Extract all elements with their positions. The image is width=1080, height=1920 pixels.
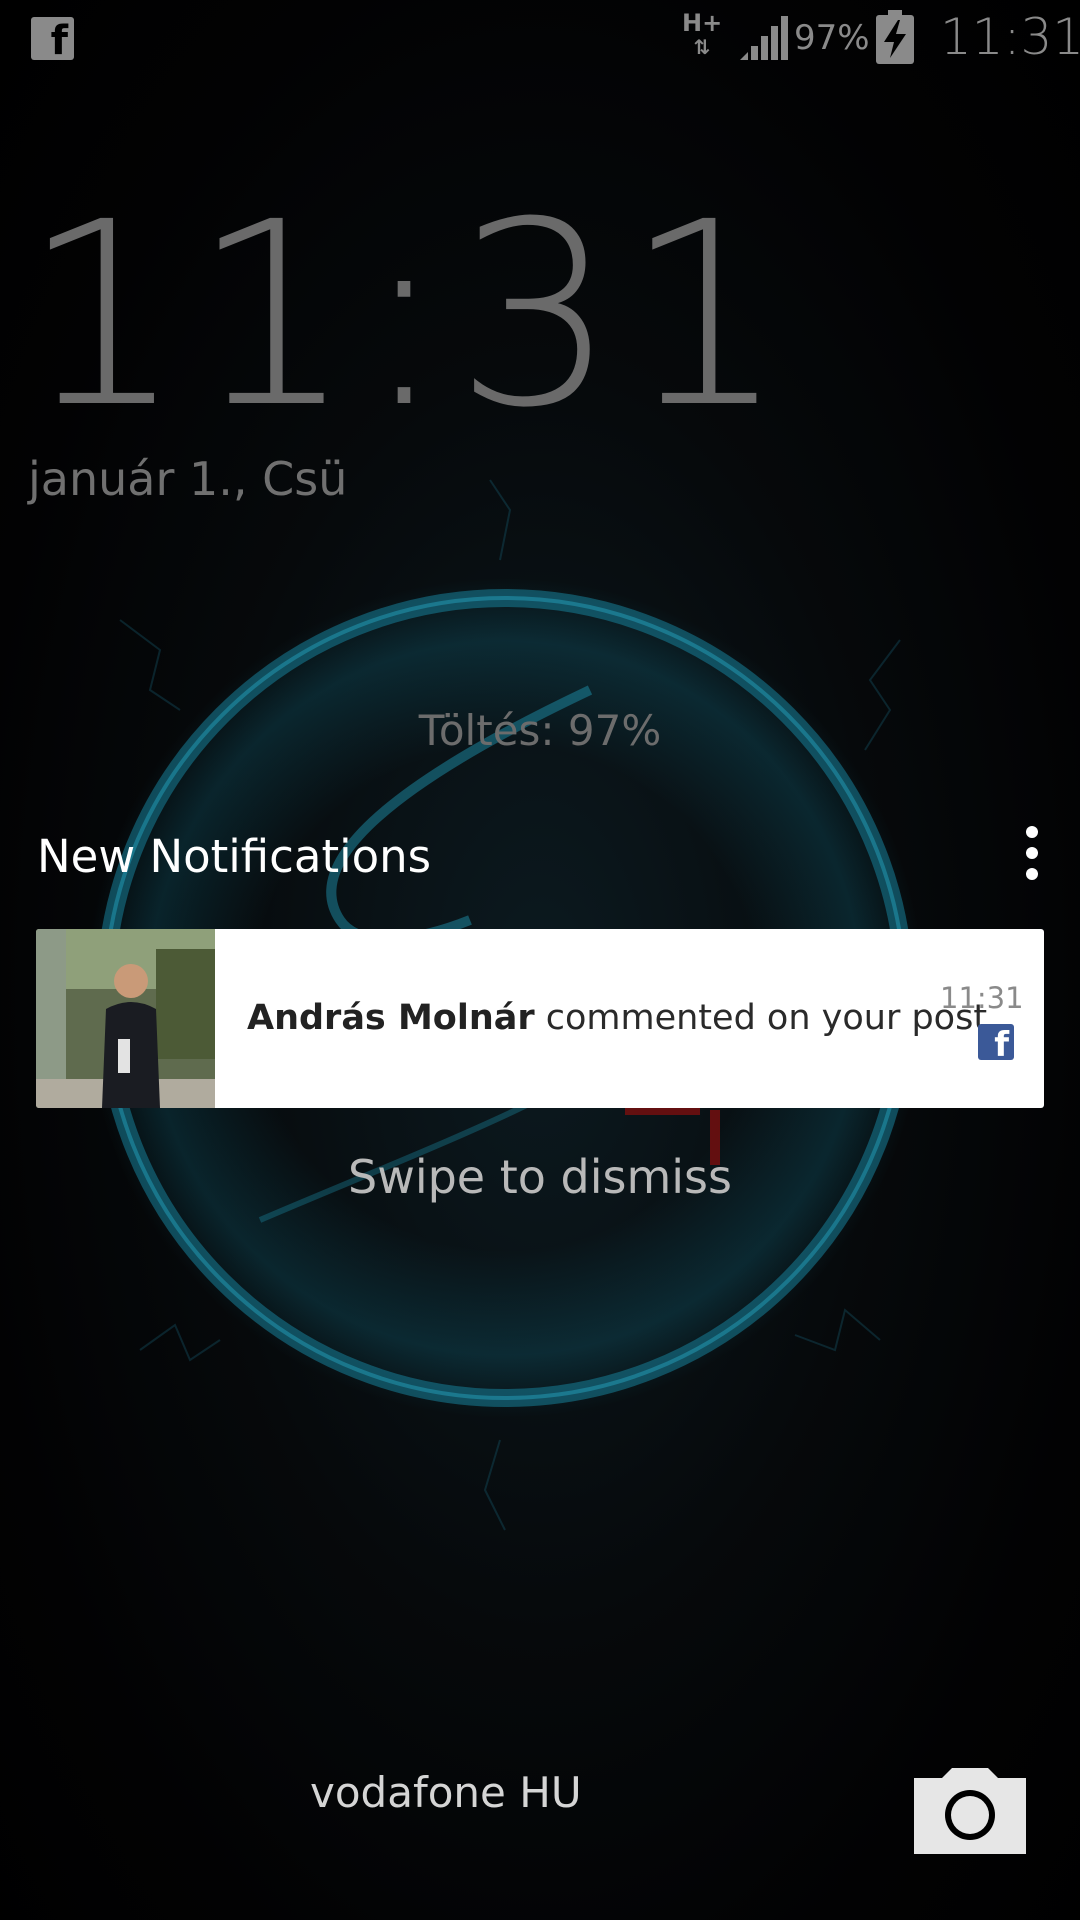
notification-author: András Molnár [247,998,535,1038]
camera-icon[interactable] [914,1768,1026,1854]
notification-message: András Molnár commented on your post. [247,929,998,1108]
swipe-to-dismiss-hint: Swipe to dismiss [348,1150,732,1204]
notification-time: 11:31 [940,981,1024,1015]
facebook-icon: f [978,1024,1014,1060]
facebook-notification-icon: f [31,17,74,60]
status-bar: f H+ ⇅ 97% 11:31 [0,0,1080,76]
lockscreen-clock: 11:31 [22,167,794,463]
battery-charging-icon [876,10,914,64]
network-type-label: H+ [682,9,723,37]
status-bar-time: 11:31 [940,8,1080,66]
menu-dot [1026,826,1038,838]
signal-bars-icon [740,16,788,60]
notification-card[interactable]: András Molnár commented on your post. 11… [36,929,1044,1108]
data-activity-icon: ⇅ [693,35,711,59]
avatar [36,929,215,1108]
carrier-label: vodafone HU [310,1768,582,1817]
notifications-header: New Notifications [37,830,432,883]
notification-action: commented on your post. [534,998,999,1038]
network-type-indicator: H+ ⇅ [682,10,722,64]
lockscreen-date: január 1., Csü [28,452,348,506]
overflow-menu-icon[interactable] [1018,826,1046,886]
battery-percent: 97% [794,18,870,58]
lock-screen: f H+ ⇅ 97% 11:31 11:31 január 1., Csü Tö… [0,0,1080,1920]
menu-dot [1026,847,1038,859]
charging-status: Töltés: 97% [418,706,662,755]
menu-dot [1026,868,1038,880]
